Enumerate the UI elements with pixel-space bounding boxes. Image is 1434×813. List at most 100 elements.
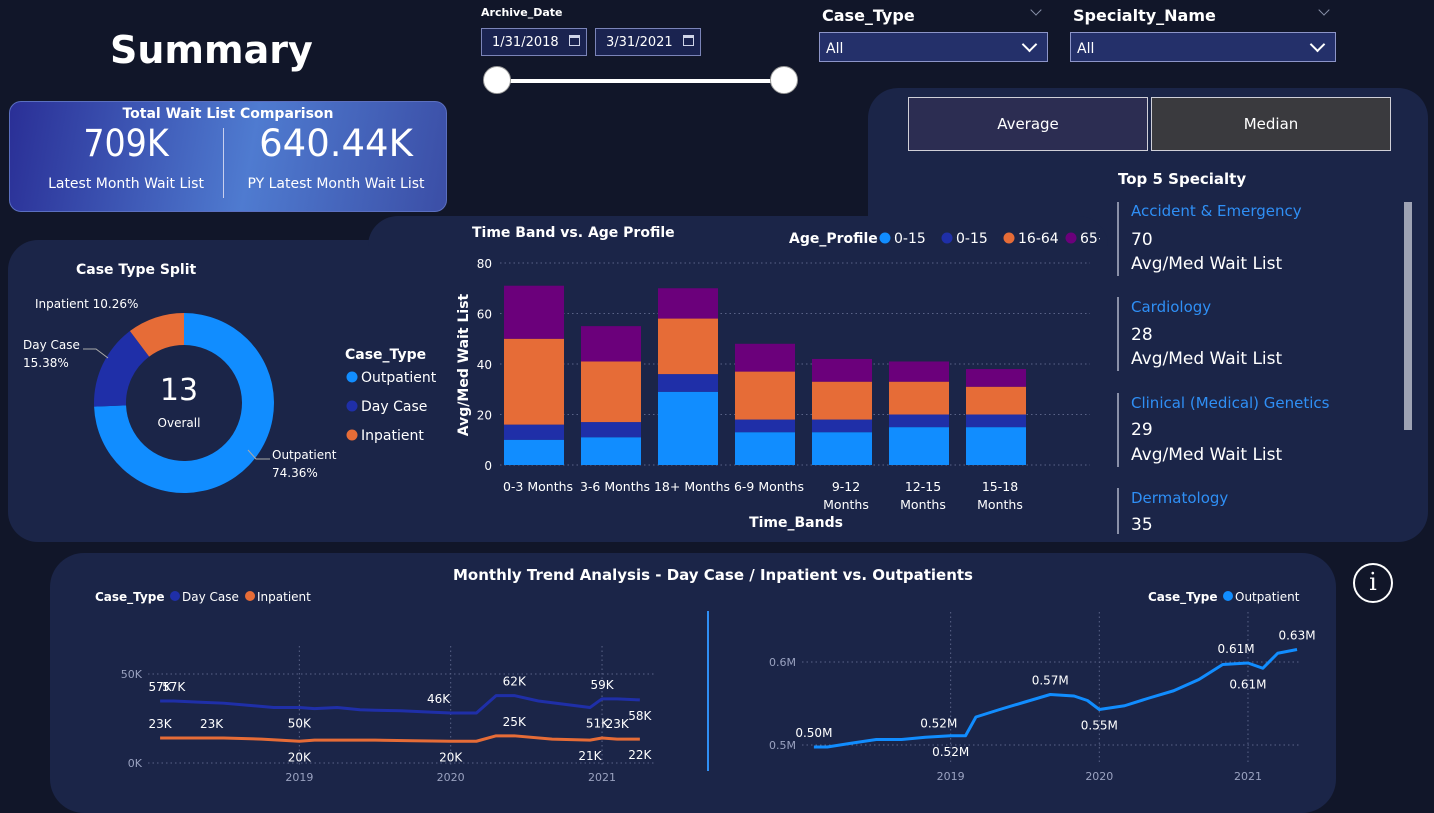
donut-title: Case Type Split bbox=[76, 262, 197, 278]
info-icon[interactable]: i bbox=[1353, 563, 1393, 603]
y-tick-label: 0K bbox=[128, 757, 143, 770]
legend-dot bbox=[879, 232, 891, 244]
legend-entry[interactable]: Outpatient bbox=[361, 370, 437, 386]
legend-entry[interactable]: Day Case bbox=[182, 590, 239, 604]
bar-segment bbox=[812, 358, 872, 382]
bar-segment bbox=[889, 427, 949, 465]
bar-segment bbox=[504, 338, 564, 425]
bar-segment bbox=[966, 414, 1026, 428]
data-label: 23K bbox=[606, 717, 630, 731]
slice-label-outpatient: Outpatient 74.36% bbox=[272, 448, 337, 480]
bar-segment bbox=[889, 381, 949, 415]
kpi-card: Total Wait List Comparison 709K Latest M… bbox=[9, 101, 447, 212]
date-slider-start-handle[interactable] bbox=[483, 66, 511, 94]
spec-divider bbox=[1117, 297, 1119, 371]
data-label: 0.52M bbox=[920, 716, 957, 730]
x-tick-label: 2019 bbox=[937, 770, 965, 783]
specialty-dropdown[interactable]: All bbox=[1070, 32, 1336, 62]
data-label: 0.61M bbox=[1229, 677, 1266, 691]
legend-dot bbox=[1003, 232, 1015, 244]
legend-entry[interactable]: Inpatient bbox=[257, 590, 311, 604]
data-label: 20K bbox=[439, 750, 463, 764]
specialty-value: 35 bbox=[1131, 515, 1153, 535]
bar-segment bbox=[581, 422, 641, 438]
date-slider-end-handle[interactable] bbox=[770, 66, 798, 94]
legend-entry[interactable]: Outpatient bbox=[1235, 590, 1300, 604]
legend-dot bbox=[346, 429, 358, 441]
legend-dot bbox=[1223, 591, 1233, 601]
bar-segment bbox=[735, 432, 795, 465]
py-month-label: PY Latest Month Wait List bbox=[247, 176, 425, 192]
case-type-dropdown[interactable]: All bbox=[819, 32, 1048, 62]
calendar-icon[interactable] bbox=[683, 35, 694, 46]
trend-left-plot: 0K50K2019 2020 202157K57K50K46K62K 59K51K58… bbox=[121, 646, 655, 784]
top5-title: Top 5 Specialty bbox=[1118, 170, 1247, 188]
y-tick-label: 0 bbox=[484, 459, 492, 473]
x-tick-label: 9-12 Months bbox=[823, 479, 869, 512]
time-band-chart: Time Band vs. Age Profile Age_Profile 0-… bbox=[456, 225, 1100, 531]
legend-dot bbox=[346, 371, 358, 383]
data-label: 0.52M bbox=[932, 745, 969, 759]
start-date-input[interactable]: 1/31/2018 bbox=[481, 28, 587, 56]
trend-divider bbox=[707, 611, 709, 771]
x-tick-label: 2020 bbox=[1085, 770, 1113, 783]
chevron-down-icon bbox=[1021, 36, 1038, 53]
chevron-down-icon[interactable] bbox=[1030, 4, 1042, 16]
trend-right-plot: 0.5M 0.6M 2019 2020 2021 0.50M 0.52M 0.52M 0.57M… bbox=[769, 612, 1316, 783]
case-type-filter-label: Case_Type bbox=[822, 6, 915, 25]
latest-month-label: Latest Month Wait List bbox=[48, 176, 204, 192]
date-slider-track[interactable] bbox=[498, 79, 785, 83]
legend-entry[interactable]: Inpatient bbox=[361, 428, 424, 444]
end-date-value: 3/31/2021 bbox=[606, 35, 673, 50]
chevron-down-icon[interactable] bbox=[1318, 4, 1330, 16]
data-label: 50K bbox=[288, 717, 312, 731]
end-date-input[interactable]: 3/31/2021 bbox=[595, 28, 701, 56]
data-label: 0.61M bbox=[1218, 642, 1255, 656]
data-label: 20K bbox=[288, 750, 312, 764]
data-label: 0.55M bbox=[1081, 719, 1118, 733]
bar-segment bbox=[812, 432, 872, 465]
legend-dot bbox=[1065, 232, 1077, 244]
series-line bbox=[160, 694, 640, 715]
x-tick-label: 2021 bbox=[1234, 770, 1262, 783]
legend-dot bbox=[245, 591, 255, 601]
trend-left-chart: Case_Type Day Case Inpatient 0K 50K 2019 20… bbox=[95, 590, 655, 784]
chevron-down-icon bbox=[1309, 36, 1326, 53]
data-label: 0.63M bbox=[1278, 629, 1315, 643]
series-line bbox=[813, 648, 1298, 749]
bar-legend-title: Age_Profile bbox=[789, 231, 878, 247]
data-label: 46K bbox=[427, 692, 451, 706]
x-tick-label: 3-6 Months bbox=[580, 479, 650, 494]
legend-title: Case_Type bbox=[345, 347, 426, 363]
bar-segment bbox=[581, 326, 641, 362]
top5-scrollbar[interactable] bbox=[1404, 202, 1412, 430]
latest-month-value: 709K bbox=[83, 122, 169, 165]
x-tick-label: 18+ Months bbox=[654, 479, 730, 494]
legend-dot bbox=[346, 400, 358, 412]
data-label: 0.50M bbox=[795, 726, 832, 740]
specialty-metric-label: Avg/Med Wait List bbox=[1131, 254, 1283, 274]
donut-center-value: 13 bbox=[160, 373, 198, 408]
start-date-value: 1/31/2018 bbox=[492, 35, 559, 50]
x-tick-label: 2021 bbox=[588, 771, 616, 784]
y-tick-label: 80 bbox=[477, 257, 492, 271]
bar-segment bbox=[735, 343, 795, 372]
bar-segment bbox=[658, 288, 718, 319]
data-label: 57K bbox=[162, 680, 186, 694]
average-toggle-button[interactable]: Average bbox=[908, 97, 1148, 151]
x-tick-label: 15-18 Months bbox=[977, 479, 1023, 512]
spec-divider bbox=[1117, 202, 1119, 276]
legend-entry[interactable]: Day Case bbox=[361, 399, 427, 415]
bar-segment bbox=[735, 371, 795, 420]
median-toggle-button[interactable]: Median bbox=[1151, 97, 1391, 151]
legend-entry: 65+ bbox=[1080, 231, 1100, 247]
calendar-icon[interactable] bbox=[569, 35, 580, 46]
y-tick-label: 60 bbox=[477, 308, 492, 322]
specialty-name: Cardiology bbox=[1131, 298, 1212, 316]
specialty-filter-label: Specialty_Name bbox=[1073, 6, 1216, 25]
archive-date-label: Archive_Date bbox=[481, 6, 563, 19]
data-label: 21K bbox=[578, 749, 602, 763]
bar-segment bbox=[889, 414, 949, 428]
bar-segment bbox=[504, 285, 564, 339]
data-label: 62K bbox=[503, 675, 527, 689]
